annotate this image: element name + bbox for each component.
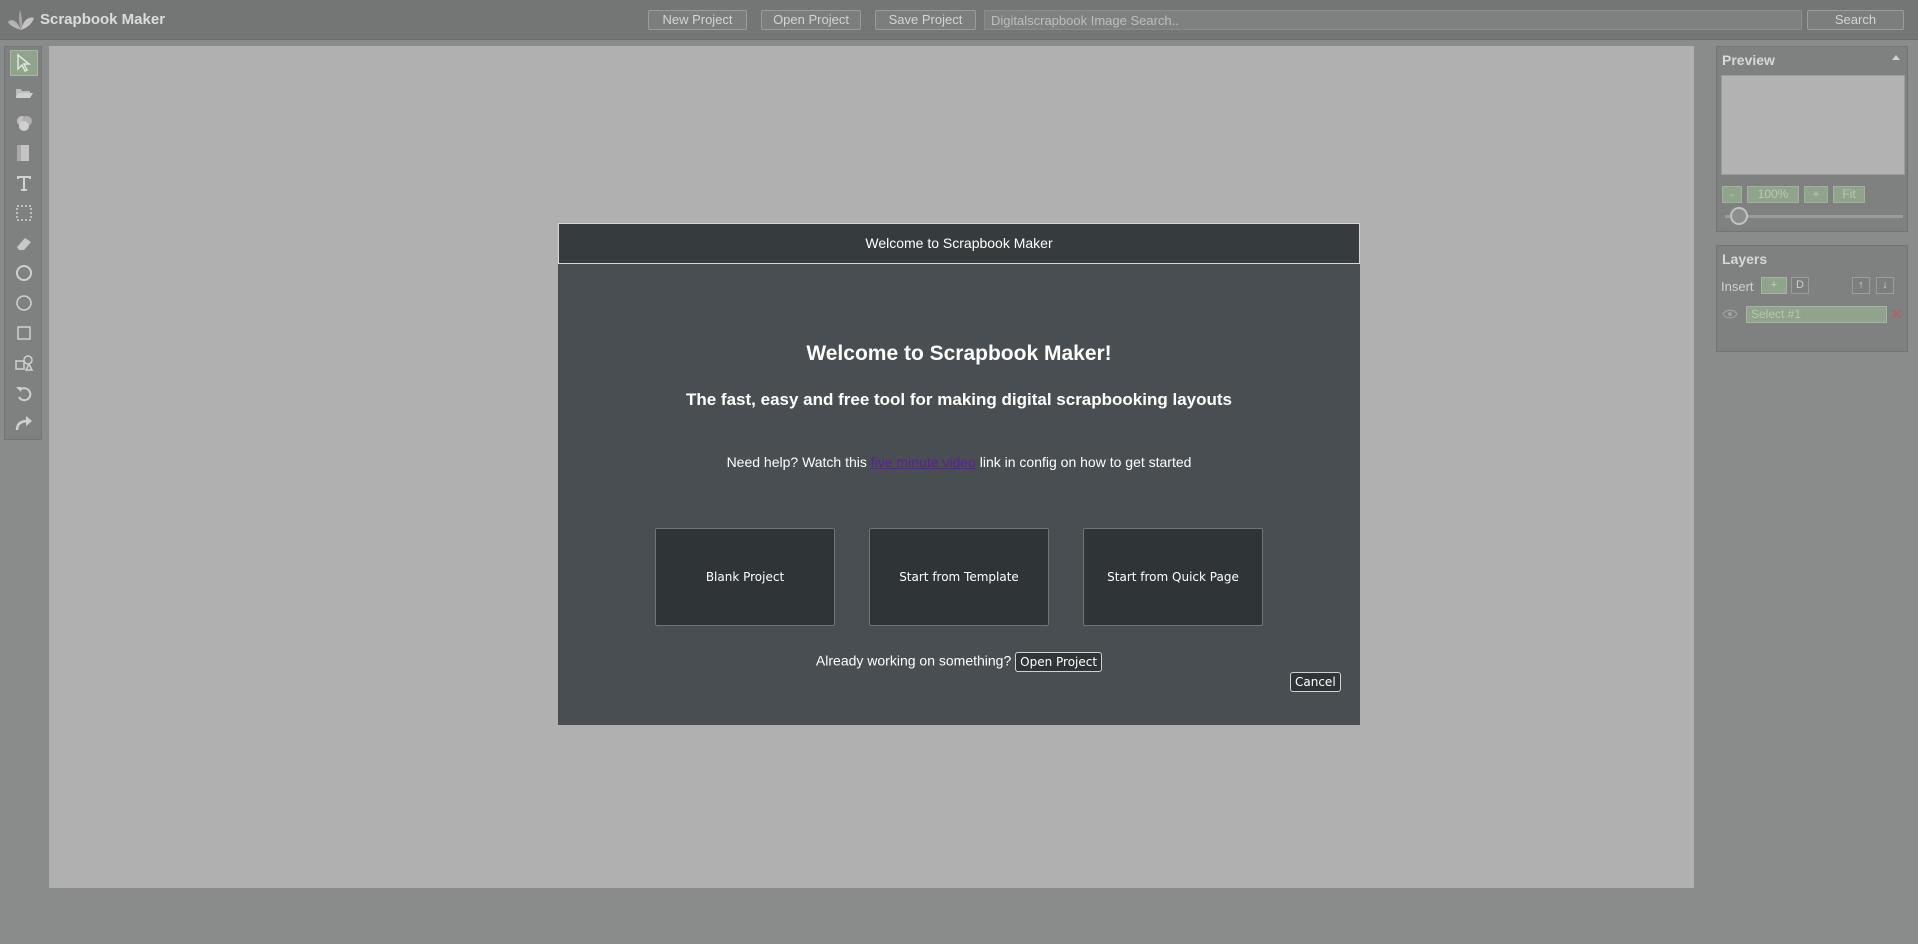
shapes-tool-button[interactable] [10, 350, 38, 376]
already-working-row: Already working on something? Open Proje… [558, 652, 1360, 672]
start-from-quick-page-button[interactable]: Start from Quick Page [1083, 528, 1263, 626]
circle-icon [16, 265, 32, 281]
search-button[interactable]: Search [1807, 10, 1904, 30]
circle-tool-button[interactable] [10, 260, 38, 286]
layers-panel: Layers Insert + D ↑ ↓ Select #1 ✕ [1716, 245, 1908, 352]
zoom-slider-handle[interactable] [1730, 207, 1748, 225]
preview-title: Preview [1722, 52, 1775, 68]
add-layer-button[interactable]: + [1761, 277, 1787, 294]
cancel-button[interactable]: Cancel [1290, 672, 1341, 692]
rectangle-tool-button[interactable] [10, 320, 38, 346]
collapse-arrow-icon[interactable] [1892, 55, 1900, 60]
dialog-open-project-button[interactable]: Open Project [1015, 652, 1103, 672]
help-text: Need help? Watch this five minute video … [558, 454, 1360, 470]
undo-icon [16, 387, 32, 402]
shapes-icon [15, 355, 34, 371]
new-project-button[interactable]: New Project [648, 10, 747, 30]
circle-outline-tool-button[interactable] [10, 290, 38, 316]
move-layer-up-button[interactable]: ↑ [1852, 277, 1870, 294]
layer-name-field[interactable]: Select #1 [1746, 306, 1887, 323]
zoom-out-button[interactable]: - [1722, 186, 1742, 203]
undo-tool-button[interactable] [10, 380, 38, 406]
insert-label: Insert [1721, 279, 1754, 294]
help-prefix: Need help? Watch this [726, 454, 871, 470]
select-tool-button[interactable] [10, 50, 38, 76]
dialog-header: Welcome to Scrapbook Maker [558, 223, 1360, 264]
butterfly-logo-icon [8, 10, 34, 30]
dashed-rectangle-icon [16, 205, 32, 221]
color-circles-icon [17, 116, 32, 131]
open-project-button[interactable]: Open Project [761, 10, 861, 30]
delete-layer-icon[interactable]: ✕ [1891, 306, 1903, 323]
pointer-arrow-icon [17, 53, 32, 73]
preview-thumbnail [1721, 75, 1905, 175]
open-folder-tool-button[interactable] [10, 80, 38, 106]
move-layer-down-button[interactable]: ↓ [1876, 277, 1894, 294]
already-working-text: Already working on something? [815, 652, 1012, 669]
welcome-subheading: The fast, easy and free tool for making … [685, 390, 1232, 409]
redo-tool-button[interactable] [10, 410, 38, 436]
eraser-tool-button[interactable] [10, 230, 38, 256]
duplicate-layer-button[interactable]: D [1791, 277, 1809, 294]
app-title: Scrapbook Maker [40, 11, 166, 28]
paper-tool-button[interactable] [10, 140, 38, 166]
eye-visibility-icon[interactable] [1722, 309, 1738, 319]
zoom-level-button[interactable]: 100% [1747, 186, 1799, 203]
welcome-heading: Welcome to Scrapbook Maker! [806, 342, 1112, 365]
image-search-input[interactable] [984, 10, 1802, 30]
save-project-button[interactable]: Save Project [875, 10, 976, 30]
text-tool-button[interactable] [10, 170, 38, 196]
start-from-template-button[interactable]: Start from Template [869, 528, 1049, 626]
rectangle-icon [17, 326, 31, 340]
blank-project-button[interactable]: Blank Project [655, 528, 835, 626]
layers-title: Layers [1722, 251, 1768, 267]
eraser-icon [17, 238, 31, 250]
paper-roll-icon [17, 145, 29, 161]
preview-panel: Preview - 100% + Fit [1716, 46, 1908, 232]
help-suffix: link in config on how to get started [975, 454, 1192, 470]
video-link[interactable]: five minute video [871, 454, 976, 470]
tool-palette [4, 46, 42, 440]
zoom-in-button[interactable]: + [1804, 186, 1828, 203]
folder-icon [16, 89, 33, 98]
circle-outline-icon [16, 295, 32, 311]
redo-icon [15, 416, 32, 431]
zoom-slider-track[interactable] [1725, 215, 1903, 218]
zoom-fit-button[interactable]: Fit [1833, 186, 1865, 203]
marquee-select-tool-button[interactable] [10, 200, 38, 226]
welcome-dialog: Welcome to Scrapbook Maker Welcome to Sc… [558, 223, 1360, 725]
top-bar: Scrapbook Maker New Project Open Project… [0, 0, 1918, 40]
color-fill-tool-button[interactable] [10, 110, 38, 136]
text-t-icon [17, 176, 31, 191]
